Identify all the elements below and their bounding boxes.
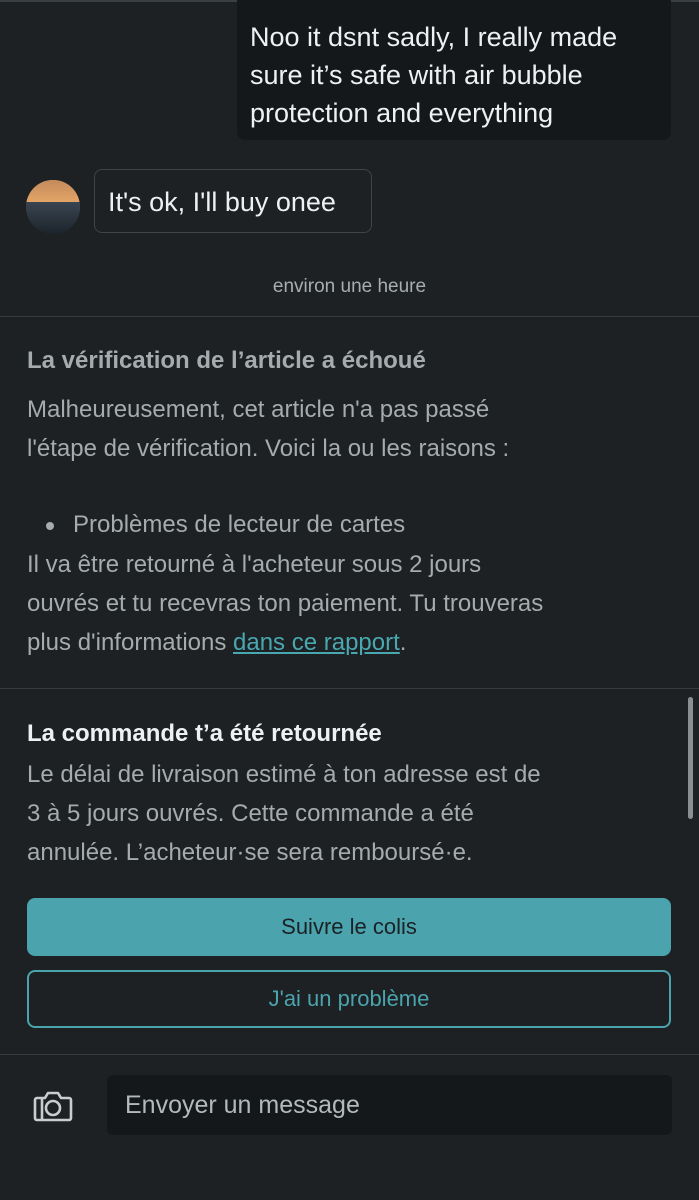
scrollbar[interactable] xyxy=(688,697,693,819)
camera-icon[interactable] xyxy=(32,1086,74,1128)
section-divider xyxy=(0,316,699,317)
section-divider xyxy=(0,688,699,689)
outgoing-message-line: sure it’s safe with air bubble xyxy=(250,60,583,90)
verification-body-line: plus d'informations dans ce rapport. xyxy=(27,623,406,662)
avatar[interactable] xyxy=(26,180,80,234)
message-input[interactable] xyxy=(107,1075,672,1135)
verification-reason: Problèmes de lecteur de cartes xyxy=(73,511,406,538)
outgoing-message-bubble[interactable]: Noo it dsnt sadly, I really made sure it… xyxy=(237,0,671,140)
order-returned-title: La commande t’a été retournée xyxy=(27,720,382,747)
avatar-sky xyxy=(26,180,80,202)
order-returned-line: annulée. L’acheteur·se sera remboursé·e. xyxy=(27,839,473,866)
camera-icon-graphic xyxy=(33,1091,73,1122)
report-link[interactable]: dans ce rapport xyxy=(233,629,400,656)
avatar-landscape xyxy=(26,202,80,234)
verification-body-text: plus d'informations xyxy=(27,629,234,656)
bullet-icon xyxy=(46,522,54,530)
track-package-button[interactable]: Suivre le colis xyxy=(27,898,671,956)
report-problem-button[interactable]: J'ai un problème xyxy=(27,970,671,1028)
message-timestamp: environ une heure xyxy=(272,276,427,297)
verification-body-period: . xyxy=(399,629,407,656)
verification-intro-line: l'étape de vérification. Voici la ou les… xyxy=(27,435,510,462)
verification-body-line: Il va être retourné à l'acheteur sous 2 … xyxy=(27,551,482,578)
verification-intro-line: Malheureusement, cet article n'a pas pas… xyxy=(27,396,490,423)
verification-body-line: ouvrés et tu recevras ton paiement. Tu t… xyxy=(27,590,544,617)
composer-divider xyxy=(0,1054,699,1055)
outgoing-message-line: Noo it dsnt sadly, I really made xyxy=(250,22,618,52)
incoming-message-text: It's ok, I'll buy onee xyxy=(108,187,336,217)
outgoing-message-line: protection and everything xyxy=(250,98,554,128)
chat-screen: Noo it dsnt sadly, I really made sure it… xyxy=(0,0,699,1200)
incoming-message-bubble[interactable]: It's ok, I'll buy onee xyxy=(94,169,372,233)
order-returned-line: Le délai de livraison estimé à ton adres… xyxy=(27,761,541,788)
order-returned-line: 3 à 5 jours ouvrés. Cette commande a été xyxy=(27,800,474,827)
verification-title: La vérification de l’article a échoué xyxy=(27,347,426,374)
